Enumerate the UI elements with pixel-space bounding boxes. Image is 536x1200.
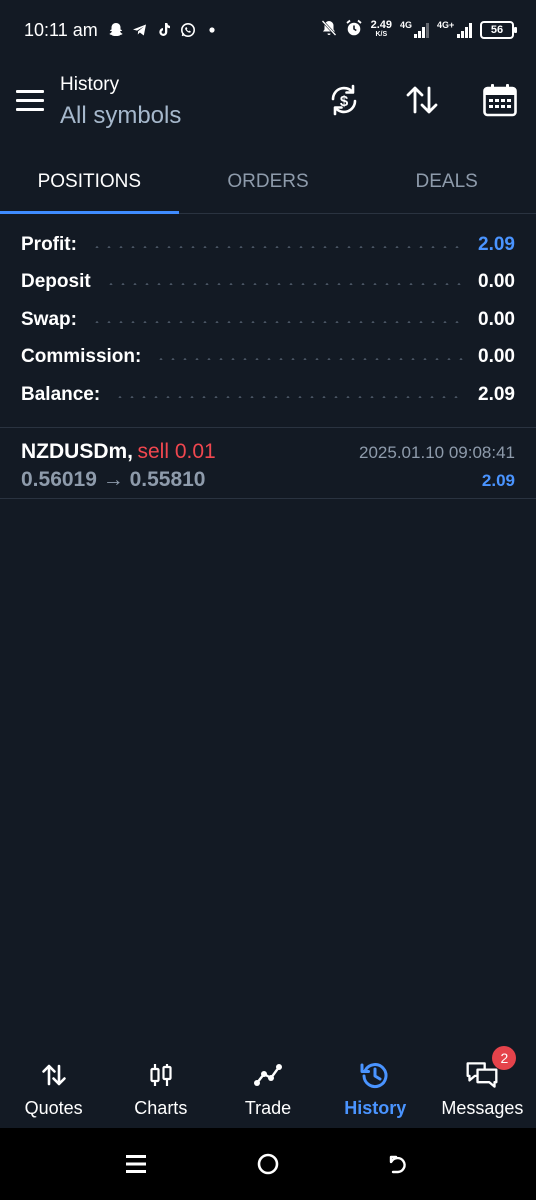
swap-label: Swap: (21, 308, 77, 330)
deposit-label: Deposit (21, 271, 91, 293)
nav-charts[interactable]: Charts (107, 1052, 214, 1128)
summary-row-commission: Commission: 0.00 (0, 339, 536, 377)
position-time: 2025.01.10 09:08:41 (359, 443, 515, 462)
account-summary: Profit: 2.09 Deposit 0.00 Swap: 0.00 Com… (0, 226, 536, 414)
dotted-leader (90, 245, 465, 248)
menu-icon[interactable] (16, 90, 44, 112)
summary-row-deposit: Deposit 0.00 (0, 264, 536, 302)
system-navigation-bar (0, 1128, 536, 1200)
dotted-leader (104, 283, 465, 286)
messages-badge: 2 (492, 1046, 517, 1070)
tab-positions[interactable]: POSITIONS (0, 150, 179, 214)
muted-bell-icon (321, 19, 337, 42)
quotes-icon (37, 1058, 71, 1092)
profit-value: 2.09 (478, 233, 515, 255)
summary-row-swap: Swap: 0.00 (0, 301, 536, 339)
nav-trade[interactable]: Trade (214, 1052, 321, 1128)
calendar-icon[interactable] (482, 82, 518, 118)
nav-messages[interactable]: 2 Messages (429, 1046, 536, 1128)
profit-label: Profit: (21, 233, 77, 255)
title-block: History All symbols (60, 74, 181, 130)
tab-deals[interactable]: DEALS (357, 150, 536, 213)
swap-value: 0.00 (478, 308, 515, 330)
network-speed: 2.49 K/S (370, 19, 392, 39)
page-title: History (60, 74, 120, 95)
alarm-clock-icon (345, 19, 363, 42)
dot-icon (204, 22, 220, 38)
home-icon[interactable] (248, 1144, 288, 1184)
app-bar-actions: $ (326, 82, 518, 118)
history-icon (358, 1058, 392, 1092)
sort-icon[interactable] (404, 82, 440, 118)
commission-value: 0.00 (478, 346, 515, 368)
divider (0, 498, 536, 499)
balance-value: 2.09 (478, 383, 515, 405)
bottom-navigation: Quotes Charts Trade History 2 Messages (0, 1046, 536, 1128)
status-notification-icons (108, 22, 220, 38)
app-bar: History All symbols $ (0, 60, 536, 144)
candlestick-chart-icon (144, 1058, 178, 1092)
whatsapp-icon (180, 22, 196, 38)
position-prices: 0.56019 → 0.55810 (21, 468, 206, 491)
telegram-icon (132, 22, 148, 38)
status-system-icons: 2.49 K/S 4G 4G+ 56 (321, 19, 517, 42)
signal-strength-icon: 4G (400, 20, 429, 38)
position-profit: 2.09 (481, 471, 515, 490)
position-line-1: NZDUSDm, sell 0.01 2025.01.10 09:08:41 (21, 440, 515, 464)
position-symbol: NZDUSDm, (21, 440, 134, 463)
nav-quotes[interactable]: Quotes (0, 1052, 107, 1128)
trend-line-icon (251, 1058, 285, 1092)
currency-exchange-icon[interactable]: $ (326, 82, 362, 118)
dotted-leader (90, 320, 465, 323)
back-icon[interactable] (380, 1144, 420, 1184)
tiktok-icon (156, 22, 172, 38)
signal-strength-icon: 4G+ (437, 20, 472, 38)
symbol-filter[interactable]: All symbols (60, 102, 181, 130)
summary-row-profit: Profit: 2.09 (0, 226, 536, 264)
balance-label: Balance: (21, 383, 101, 405)
screen: 10:11 am 2.49 K/S 4G 4G+ 56 History All … (0, 0, 536, 1200)
position-line-2: 0.56019 → 0.55810 2.09 (21, 468, 515, 492)
nav-history[interactable]: History (322, 1052, 429, 1128)
tab-orders[interactable]: ORDERS (179, 150, 358, 213)
dotted-leader (155, 358, 465, 361)
recent-apps-icon[interactable] (116, 1144, 156, 1184)
position-row[interactable]: NZDUSDm, sell 0.01 2025.01.10 09:08:41 0… (0, 428, 536, 498)
dotted-leader (114, 395, 465, 398)
summary-row-balance: Balance: 2.09 (0, 376, 536, 414)
status-time: 10:11 am (24, 19, 98, 40)
position-side: sell 0.01 (137, 440, 216, 463)
svg-text:$: $ (340, 93, 349, 110)
status-bar: 10:11 am 2.49 K/S 4G 4G+ 56 (0, 0, 536, 60)
snapchat-icon (108, 22, 124, 38)
commission-label: Commission: (21, 346, 142, 368)
deposit-value: 0.00 (478, 271, 515, 293)
history-tabs: POSITIONS ORDERS DEALS (0, 150, 536, 214)
battery-icon: 56 (480, 21, 517, 39)
